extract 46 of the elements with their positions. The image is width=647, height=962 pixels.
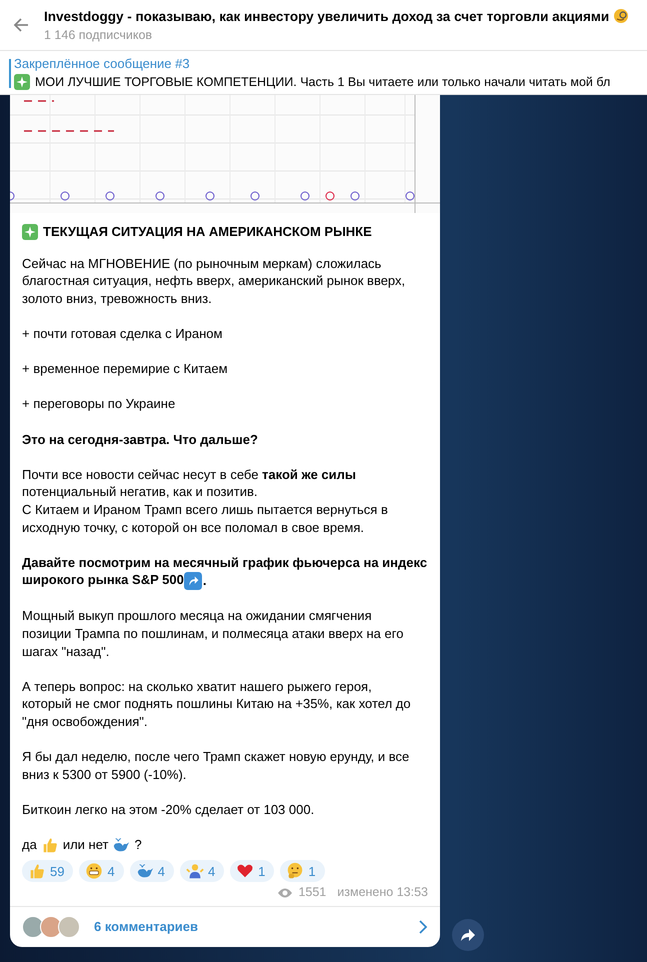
reaction-button[interactable]: 4 (79, 860, 124, 882)
thumbs-up-icon (40, 836, 59, 854)
avatar (22, 916, 44, 938)
pinned-message-label[interactable]: Закреплённое сообщение #3 (14, 56, 647, 70)
post-paragraph: Мощный выкуп прошлого месяца на ожидании смягчения позиции Трампа по пошлинам, и полмесяца атаки вверх на его шагах "назад". (22, 607, 404, 660)
back-arrow-icon[interactable] (12, 16, 30, 34)
post-paragraph: + временное перемирие с Китаем (22, 360, 229, 378)
post-paragraph: Биткоин легко на этом -20% сделает от 103 000. (22, 800, 316, 819)
subscriber-count: 1 146 подписчиков (44, 28, 154, 42)
view-count: 1551 (298, 884, 326, 902)
comments-link[interactable]: 6 комментариев (94, 919, 408, 934)
smiling-face-icon (613, 8, 630, 24)
post-paragraph: А теперь вопрос: на сколько хватит нашего рыжего героя, который не смог поднять пошлины Китаю на +35%, как хотел до "дня освобождения". (22, 678, 412, 731)
reaction-button[interactable]: 1 (230, 860, 274, 882)
sparkle-icon (14, 74, 30, 90)
post-paragraph: + почти готовая сделка с Ираном (22, 324, 224, 343)
shrugging-person-icon (186, 862, 204, 880)
edited-time: изменено 13:53 (337, 884, 428, 902)
whale-icon (136, 862, 154, 880)
post-paragraph: Я бы дал неделю, после чего Трамп скажет новую ерунду, и все вниз к 5300 от 5900 (-10%). (22, 748, 410, 784)
share-arrow-icon (460, 928, 476, 942)
sparkle-icon (22, 224, 38, 240)
thinking-face-icon (286, 862, 304, 880)
post-paragraph: + переговоры по Украине (22, 395, 176, 413)
thumbs-up-icon (28, 862, 46, 880)
reaction-button[interactable]: 4 (180, 860, 224, 882)
reaction-button[interactable]: 59 (22, 860, 74, 882)
reaction-button[interactable]: 4 (130, 860, 174, 882)
arrow-up-right-icon (184, 572, 202, 590)
poll-text: или нет (62, 836, 108, 854)
eye-icon (277, 886, 294, 899)
chevron-right-icon[interactable] (418, 920, 428, 934)
poll-text: да (22, 836, 37, 854)
avatar (40, 916, 62, 938)
post-paragraph: Давайте посмотрим на месячный график фьючерса на индекс широкого рынка S&P 500 . (22, 554, 428, 590)
channel-title: Investdoggy - показываю, как инвестору увеличить доход за счет торговли акциями (44, 8, 610, 24)
whale-icon (112, 836, 130, 854)
post-paragraph: Сейчас на МГНОВЕНИЕ (по рыночным меркам) сложилась благостная ситуация, нефть вверх, американский рынок вверх, золото вниз, тревожность вниз. (22, 254, 406, 308)
reaction-button[interactable]: 1 (280, 860, 325, 882)
post-paragraph: Почти все новости сейчас несут в себе такой же силы потенциальный негатив, как и позитив. С Китаем и Ираном Трамп всего лишь пытается вернуться в исходную точку, с которой он все поломал в свое время. (22, 466, 389, 536)
post-paragraph: Это на сегодня-завтра. Что дальше? (22, 430, 259, 448)
post-title: ТЕКУЩАЯ СИТУАЦИЯ НА АМЕРИКАНСКОМ РЫНКЕ (43, 223, 372, 241)
pinned-message-text[interactable]: МОИ ЛУЧШИЕ ТОРГОВЫЕ КОМПЕТЕНЦИИ. Часть 1 Вы читаете или только начали читать мой бл (35, 74, 610, 88)
avatar (58, 916, 80, 938)
grinning-face-icon (85, 862, 104, 880)
poll-text: ? (134, 836, 142, 854)
